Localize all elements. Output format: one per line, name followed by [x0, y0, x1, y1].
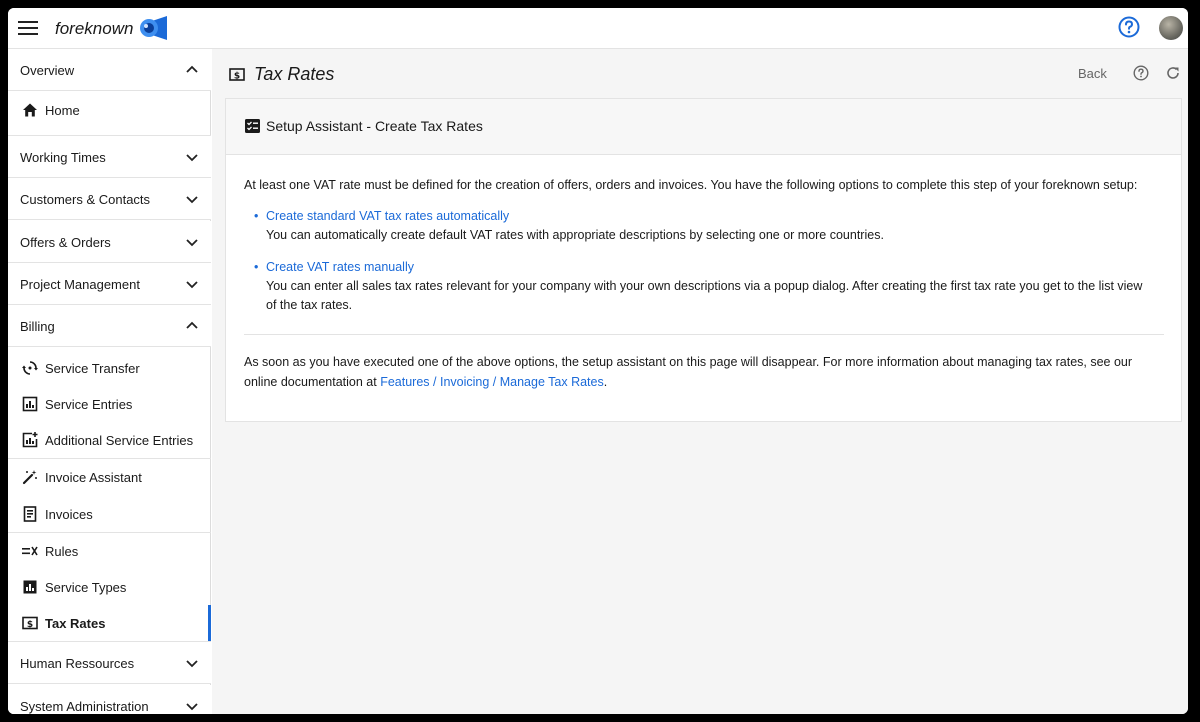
sidebar-item-invoice-assistant[interactable]: Invoice Assistant [8, 459, 211, 495]
create-auto-vat-link[interactable]: Create standard VAT tax rates automatica… [266, 209, 509, 223]
sidebar-group-label: Human Ressources [20, 656, 135, 671]
chevron-up-icon [186, 65, 198, 73]
page-title: Tax Rates [254, 64, 335, 84]
bullet: • [254, 209, 259, 223]
card-title: Setup Assistant - Create Tax Rates [266, 118, 483, 134]
sidebar-group-overview[interactable]: Overview [8, 49, 211, 91]
sidebar-group-working-times[interactable]: Working Times [8, 136, 211, 178]
sidebar-group-label: Project Management [20, 277, 140, 292]
option-auto-desc: You can automatically create default VAT… [266, 228, 884, 242]
create-manual-vat-link[interactable]: Create VAT rates manually [266, 260, 414, 274]
page-header: $ Tax Rates Back [212, 49, 1188, 98]
dollar-box-icon: $ [22, 616, 38, 630]
option-manual: • Create VAT rates manually You can ente… [254, 258, 1146, 315]
option-auto: • Create standard VAT tax rates automati… [254, 207, 1146, 245]
setup-assistant-card: Setup Assistant - Create Tax Rates At le… [225, 98, 1182, 422]
invoice-icon [23, 506, 37, 522]
chevron-down-icon [186, 703, 198, 711]
svg-text:$: $ [27, 620, 33, 630]
sidebar-group-billing[interactable]: Billing [8, 305, 211, 347]
sidebar-group-label: Working Times [20, 150, 106, 165]
sidebar-item-home[interactable]: Home [8, 92, 211, 128]
chevron-down-icon [186, 660, 198, 668]
sidebar-item-label: Service Entries [45, 397, 133, 412]
sidebar-item-label: Service Transfer [45, 361, 140, 376]
chevron-down-icon [186, 239, 198, 247]
help-circle-icon[interactable] [1118, 16, 1140, 38]
sidebar-group-system-admin[interactable]: System Administration [8, 685, 211, 714]
footer-text-end: . [603, 375, 608, 389]
option-manual-desc: You can enter all sales tax rates releva… [266, 279, 1143, 312]
brand-name: foreknown [55, 19, 134, 38]
sidebar-item-label: Rules [45, 544, 79, 559]
back-button[interactable]: Back [1078, 66, 1107, 81]
magic-wand-icon [22, 470, 37, 485]
documentation-link[interactable]: Features / Invoicing / Manage Tax Rates [380, 375, 604, 389]
sidebar-item-label: Invoice Assistant [45, 470, 142, 485]
user-avatar[interactable] [1159, 16, 1183, 40]
chevron-down-icon [186, 196, 198, 204]
sidebar-group-offers[interactable]: Offers & Orders [8, 221, 211, 263]
sidebar-group-label: Offers & Orders [20, 235, 111, 250]
checklist-icon [245, 119, 260, 133]
foreknown-logo-icon [140, 16, 167, 40]
chevron-down-icon [186, 281, 198, 289]
sidebar-item-additional-entries[interactable]: Additional Service Entries [8, 422, 211, 458]
divider [244, 334, 1164, 335]
top-bar: foreknown [8, 8, 1188, 49]
main-content: $ Tax Rates Back Setup Assistant - Creat… [212, 49, 1188, 714]
sidebar-group-label: System Administration [20, 699, 149, 714]
transfer-icon [22, 361, 38, 375]
sidebar-item-service-entries[interactable]: Service Entries [8, 386, 211, 422]
help-circle-icon[interactable] [1133, 65, 1149, 81]
rules-icon [22, 546, 38, 556]
footer-text: As soon as you have executed one of the … [244, 352, 1164, 392]
sidebar-item-label: Home [45, 103, 80, 118]
sidebar-item-label: Additional Service Entries [45, 433, 194, 448]
bullet: • [254, 260, 259, 274]
card-header: Setup Assistant - Create Tax Rates [226, 99, 1181, 155]
home-icon [23, 103, 37, 117]
sidebar-item-label: Invoices [45, 507, 93, 522]
sidebar-item-invoices[interactable]: Invoices [8, 496, 211, 532]
reload-icon[interactable] [1165, 65, 1181, 81]
sidebar-group-label: Billing [20, 319, 55, 334]
sidebar-item-rules[interactable]: Rules [8, 533, 211, 569]
sidebar-group-customers[interactable]: Customers & Contacts [8, 178, 211, 220]
sidebar-group-project[interactable]: Project Management [8, 263, 211, 305]
sidebar-group-human-resources[interactable]: Human Ressources [8, 642, 211, 684]
dollar-box-icon: $ [229, 68, 245, 81]
app-window: foreknown Overview Home Working Times Cu… [8, 8, 1188, 714]
footer-text-body: As soon as you have executed one of the … [244, 355, 1133, 389]
chart-box-icon [22, 396, 38, 412]
chart-box-plus-icon [22, 432, 38, 448]
sidebar-item-label: Service Types [45, 580, 127, 595]
sidebar-item-label: Tax Rates [45, 616, 106, 631]
bar-chart-icon [23, 580, 37, 594]
chevron-up-icon [186, 321, 198, 329]
sidebar-item-tax-rates[interactable]: $ Tax Rates [8, 605, 211, 641]
chevron-down-icon [186, 154, 198, 162]
intro-text: At least one VAT rate must be defined fo… [244, 178, 1138, 192]
sidebar-group-label: Customers & Contacts [20, 192, 151, 207]
sidebar-item-service-transfer[interactable]: Service Transfer [8, 350, 211, 386]
sidebar: Overview Home Working Times Customers & … [8, 49, 211, 714]
hamburger-icon[interactable] [18, 18, 38, 38]
sidebar-group-label: Overview [20, 63, 75, 78]
sidebar-item-service-types[interactable]: Service Types [8, 569, 211, 605]
svg-text:$: $ [234, 72, 240, 82]
